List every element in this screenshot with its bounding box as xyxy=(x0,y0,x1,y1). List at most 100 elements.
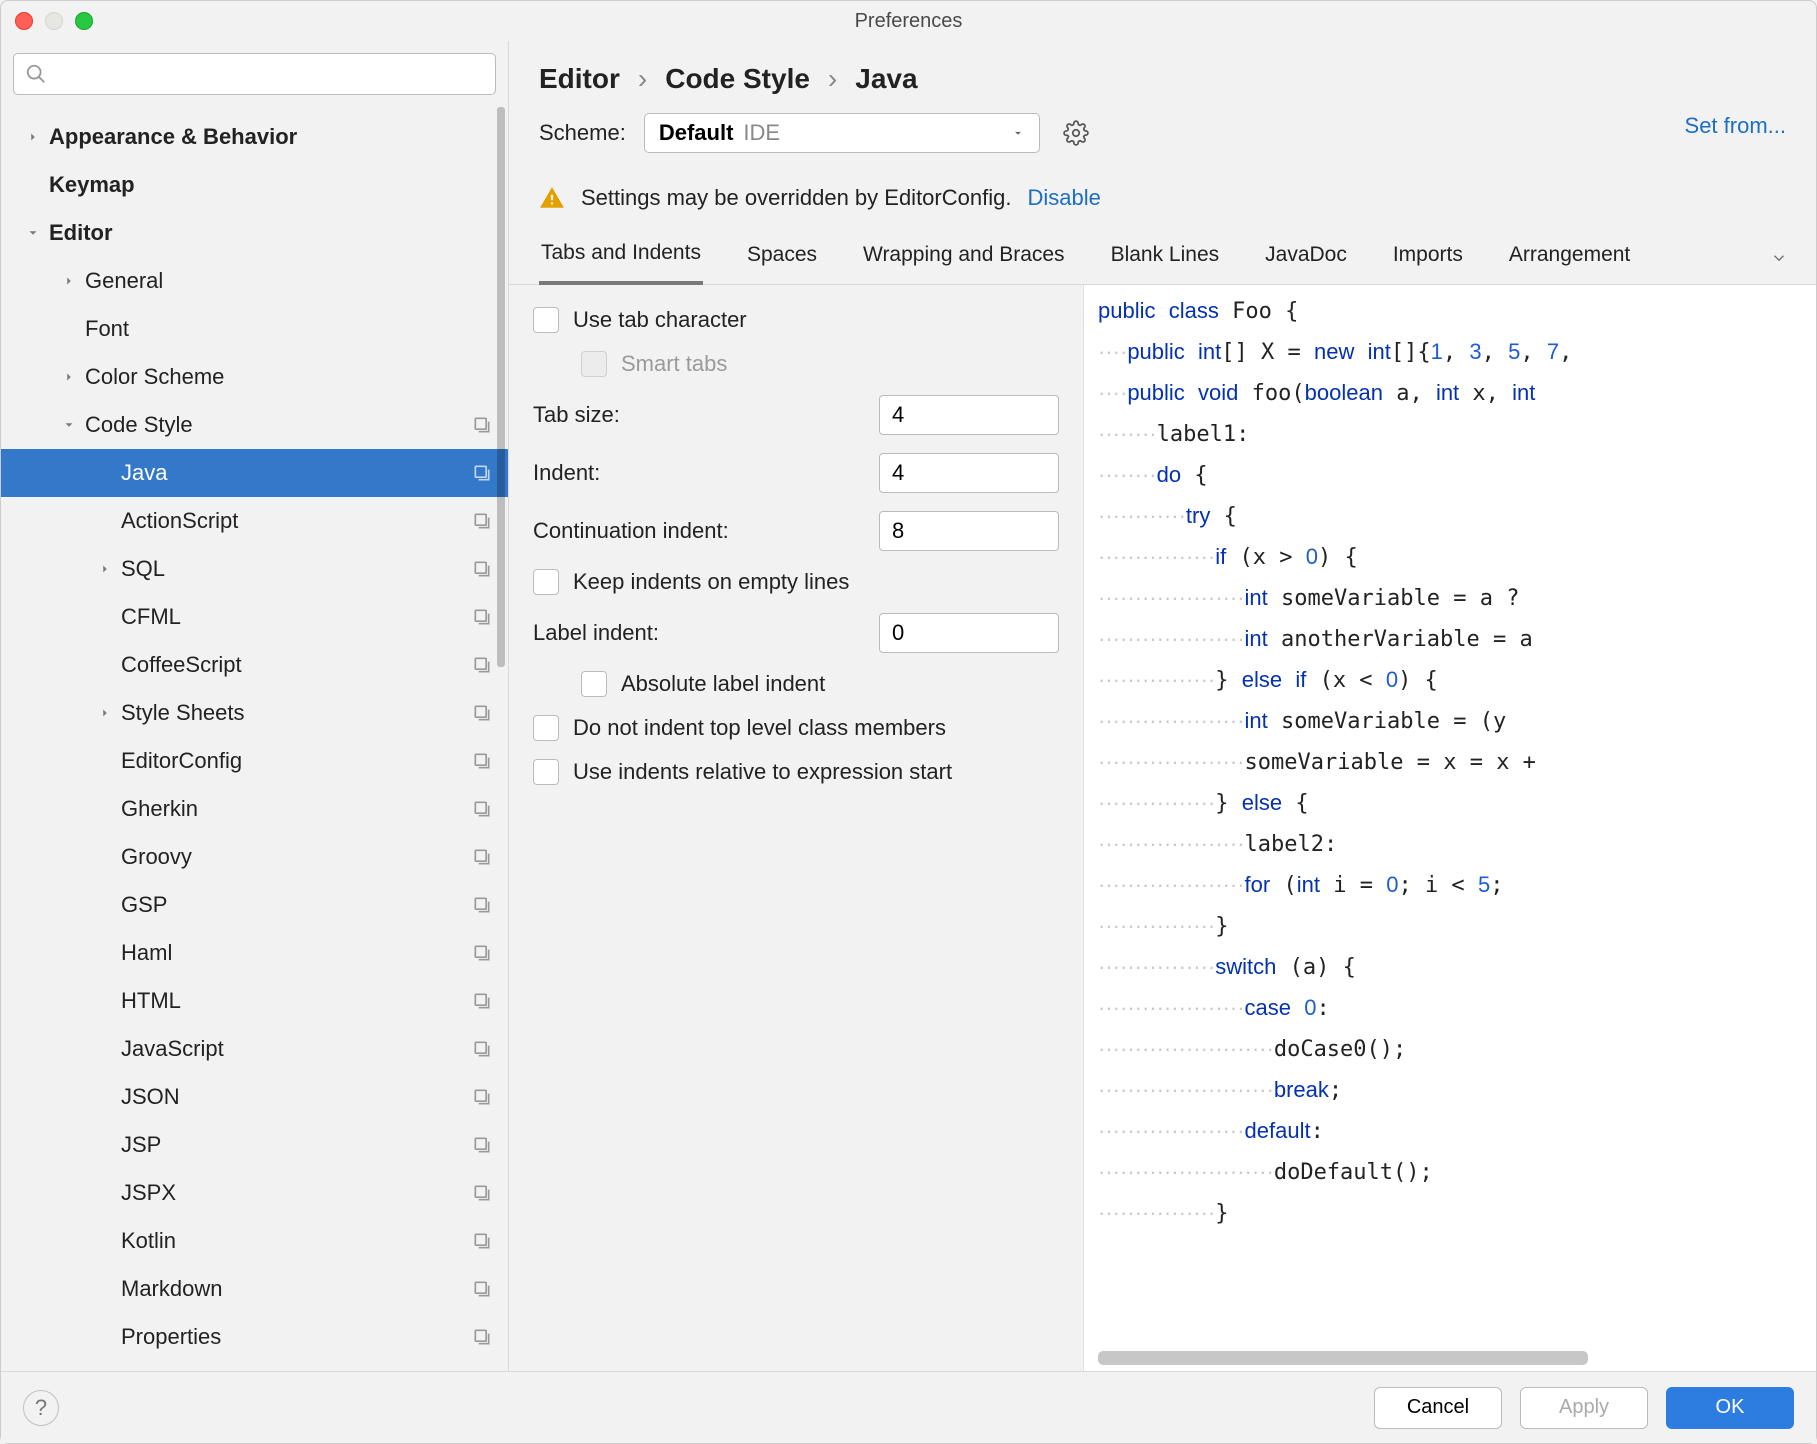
settings-tree[interactable]: Appearance & Behavior Keymap EditorGeneral… xyxy=(1,107,508,1371)
tree-item-keymap[interactable]: Keymap xyxy=(1,161,508,209)
relative-expression-checkbox[interactable] xyxy=(533,759,559,785)
tree-item-label: Kotlin xyxy=(121,1228,470,1254)
scheme-override-icon xyxy=(470,461,494,485)
tree-item-general[interactable]: General xyxy=(1,257,508,305)
tree-item-style-sheets[interactable]: Style Sheets xyxy=(1,689,508,737)
cancel-button[interactable]: Cancel xyxy=(1374,1387,1502,1429)
tree-item-actionscript[interactable]: ActionScript xyxy=(1,497,508,545)
window-zoom-button[interactable] xyxy=(75,12,93,30)
continuation-indent-input[interactable] xyxy=(879,511,1059,551)
warning-icon xyxy=(539,185,565,211)
tree-item-editorconfig[interactable]: EditorConfig xyxy=(1,737,508,785)
window-close-button[interactable] xyxy=(15,12,33,30)
disable-link[interactable]: Disable xyxy=(1027,185,1100,211)
tree-arrow-right-icon[interactable] xyxy=(95,559,115,579)
horizontal-scrollbar-thumb[interactable] xyxy=(1098,1351,1588,1365)
scrollbar-thumb[interactable] xyxy=(497,107,505,667)
tab-javadoc[interactable]: JavaDoc xyxy=(1263,233,1349,283)
no-indent-top-level-label: Do not indent top level class members xyxy=(573,715,946,741)
tab-wrapping-and-braces[interactable]: Wrapping and Braces xyxy=(861,233,1067,283)
scheme-override-icon xyxy=(470,1037,494,1061)
tree-item-cfml[interactable]: CFML xyxy=(1,593,508,641)
tree-arrow-right-icon[interactable] xyxy=(23,127,43,147)
tab-tabs-and-indents[interactable]: Tabs and Indents xyxy=(539,231,703,285)
tree-arrow-none xyxy=(95,655,115,675)
tree-item-sql[interactable]: SQL xyxy=(1,545,508,593)
tree-item-kotlin[interactable]: Kotlin xyxy=(1,1217,508,1265)
scheme-override-icon xyxy=(470,605,494,629)
tree-item-jsp[interactable]: JSP xyxy=(1,1121,508,1169)
tree-arrow-right-icon[interactable] xyxy=(95,703,115,723)
tab-arrangement[interactable]: Arrangement xyxy=(1507,233,1632,283)
tree-arrow-none xyxy=(23,175,43,195)
code-line: ················} xyxy=(1084,1193,1816,1234)
tabs-overflow-button[interactable] xyxy=(1770,249,1796,267)
set-from-link[interactable]: Set from... xyxy=(1685,113,1786,139)
tree-arrow-right-icon[interactable] xyxy=(59,271,79,291)
tree-item-coffeescript[interactable]: CoffeeScript xyxy=(1,641,508,689)
scheme-override-icon xyxy=(470,1277,494,1301)
tree-item-markdown[interactable]: Markdown xyxy=(1,1265,508,1313)
scheme-override-icon xyxy=(470,1085,494,1109)
indent-input[interactable] xyxy=(879,453,1059,493)
tree-arrow-down-icon[interactable] xyxy=(23,223,43,243)
absolute-label-indent-checkbox[interactable] xyxy=(581,671,607,697)
chevron-down-icon xyxy=(1011,126,1025,140)
scheme-override-icon xyxy=(470,845,494,869)
help-button[interactable]: ? xyxy=(23,1390,59,1426)
tree-item-gherkin[interactable]: Gherkin xyxy=(1,785,508,833)
tree-item-groovy[interactable]: Groovy xyxy=(1,833,508,881)
tree-arrow-none xyxy=(95,463,115,483)
tree-item-label: JavaScript xyxy=(121,1036,470,1062)
tree-arrow-right-icon[interactable] xyxy=(59,367,79,387)
tree-item-label: Keymap xyxy=(49,172,494,198)
tab-spaces[interactable]: Spaces xyxy=(745,233,819,283)
keep-indents-empty-checkbox[interactable] xyxy=(533,569,559,595)
tree-item-label: Markdown xyxy=(121,1276,470,1302)
use-tab-char-checkbox[interactable] xyxy=(533,307,559,333)
ok-button[interactable]: OK xyxy=(1666,1387,1794,1429)
tab-size-input[interactable] xyxy=(879,395,1059,435)
breadcrumb: Editor › Code Style › Java xyxy=(509,41,1816,107)
continuation-indent-label: Continuation indent: xyxy=(533,518,865,544)
tree-item-gsp[interactable]: GSP xyxy=(1,881,508,929)
search-input[interactable] xyxy=(13,53,496,95)
tree-item-json[interactable]: JSON xyxy=(1,1073,508,1121)
tree-item-html[interactable]: HTML xyxy=(1,977,508,1025)
label-indent-input[interactable] xyxy=(879,613,1059,653)
tree-arrow-down-icon[interactable] xyxy=(59,415,79,435)
tree-item-java[interactable]: Java xyxy=(1,449,508,497)
sidebar: Appearance & Behavior Keymap EditorGeneral… xyxy=(1,41,509,1371)
tree-item-label: Properties xyxy=(121,1324,470,1350)
apply-button: Apply xyxy=(1520,1387,1648,1429)
tree-item-label: JSPX xyxy=(121,1180,470,1206)
scheme-select[interactable]: Default IDE xyxy=(644,113,1040,153)
tree-item-font[interactable]: Font xyxy=(1,305,508,353)
code-line: ····················label2: xyxy=(1084,824,1816,865)
tree-item-color-scheme[interactable]: Color Scheme xyxy=(1,353,508,401)
tab-imports[interactable]: Imports xyxy=(1391,233,1465,283)
breadcrumb-part: Editor xyxy=(539,63,620,95)
scheme-actions-button[interactable] xyxy=(1058,115,1094,151)
no-indent-top-level-checkbox[interactable] xyxy=(533,715,559,741)
code-line: ····················someVariable = x = x… xyxy=(1084,742,1816,783)
tree-item-code-style[interactable]: Code Style xyxy=(1,401,508,449)
tree-arrow-none xyxy=(59,319,79,339)
tab-row: Tabs and Indents Spaces Wrapping and Brace… xyxy=(509,221,1816,285)
tree-item-label: Appearance & Behavior xyxy=(49,124,494,150)
tree-item-appearance-behavior[interactable]: Appearance & Behavior xyxy=(1,113,508,161)
tree-item-jspx[interactable]: JSPX xyxy=(1,1169,508,1217)
tree-item-editor[interactable]: Editor xyxy=(1,209,508,257)
tree-arrow-none xyxy=(95,847,115,867)
tree-item-javascript[interactable]: JavaScript xyxy=(1,1025,508,1073)
tree-arrow-none xyxy=(95,991,115,1011)
tree-item-label: Java xyxy=(121,460,470,486)
tree-arrow-none xyxy=(95,943,115,963)
absolute-label-indent-label: Absolute label indent xyxy=(621,671,825,697)
tab-blank-lines[interactable]: Blank Lines xyxy=(1109,233,1222,283)
window-title: Preferences xyxy=(855,10,963,33)
code-line: ················} else if (x < 0) { xyxy=(1084,660,1816,701)
tree-item-properties[interactable]: Properties xyxy=(1,1313,508,1361)
tree-item-haml[interactable]: Haml xyxy=(1,929,508,977)
scheme-override-icon xyxy=(470,1133,494,1157)
